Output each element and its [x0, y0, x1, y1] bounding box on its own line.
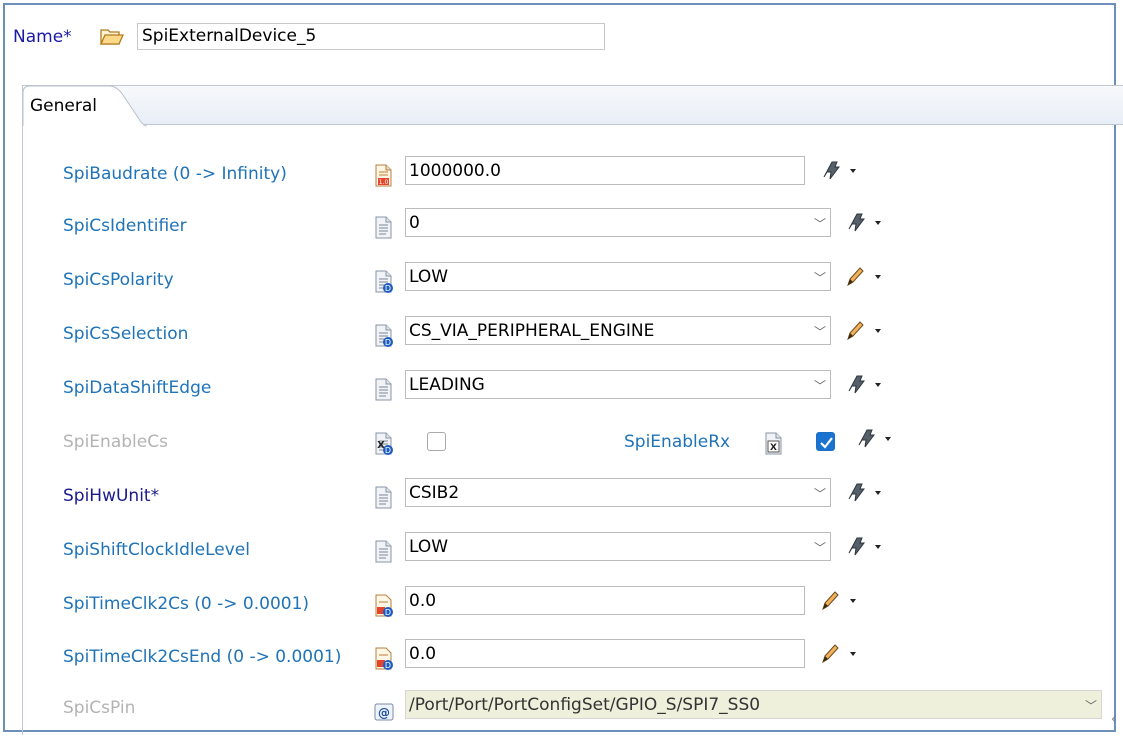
svg-text:D: D [385, 661, 391, 670]
svg-text:1.0: 1.0 [379, 179, 389, 186]
param-row-spicspolarity: SpiCsPolarity D LOW ﹀ [23, 262, 1123, 302]
param-row-spicsselection: SpiCsSelection D CS_VIA_PERIPHERAL_ENGIN… [23, 316, 1123, 356]
pencil-menu-icon[interactable] [818, 588, 864, 612]
param-row-spitimeclk2csend: SpiTimeClk2CsEnd (0 -> 0.0001) D 0.0 [23, 639, 1123, 679]
chevron-down-icon[interactable]: ﹀ [814, 215, 826, 232]
svg-text:D: D [385, 338, 391, 347]
svg-text:D: D [385, 446, 391, 455]
param-label: SpiCsIdentifier [63, 216, 187, 236]
field-value: 0.0 [409, 591, 437, 611]
tab-strip: General [23, 85, 1123, 127]
field-value: 1000000.0 [409, 161, 501, 181]
doc-param-icon [374, 486, 394, 510]
chevron-down-icon[interactable]: ﹀ [814, 539, 826, 556]
param-label: SpiHwUnit* [63, 486, 160, 506]
float-param-icon: 1.0 [374, 164, 394, 188]
param-row-spicspin: SpiCsPin @ /Port/Port/PortConfigSet/GPIO… [23, 690, 1123, 730]
tab-general-label: General [30, 96, 97, 116]
pencil-menu-icon[interactable] [843, 318, 889, 342]
field-value: LEADING [409, 375, 485, 395]
bool-param-icon: X [764, 432, 784, 456]
edge-arrow-glyph: ‹ [1111, 712, 1117, 727]
svg-text:X: X [770, 443, 777, 453]
param-label: SpiEnableCs [63, 432, 168, 452]
chevron-down-icon[interactable]: ﹀ [814, 377, 826, 394]
param-label: SpiTimeClk2CsEnd (0 -> 0.0001) [63, 647, 342, 667]
spitimeclk2cs-input[interactable]: 0.0 [405, 586, 805, 615]
float-derived-param-icon: D [374, 647, 394, 671]
param-label: SpiTimeClk2Cs (0 -> 0.0001) [63, 594, 310, 614]
field-value: 0 [409, 213, 420, 233]
derived-param-icon: D [374, 270, 394, 294]
doc-param-icon [374, 216, 394, 240]
gear-menu-icon[interactable] [843, 480, 889, 504]
param-row-spihwunit: SpiHwUnit* CSIB2 ﹀ [23, 478, 1123, 518]
param-row-spibaudrate: SpiBaudrate (0 -> Infinity) 1.0 1000000.… [23, 156, 1123, 196]
doc-param-icon [374, 540, 394, 564]
editor-frame: Name* SpiExternalDevice_5 General SpiBau… [3, 3, 1123, 735]
bool-derived-param-icon: XD [374, 432, 394, 456]
pencil-menu-icon[interactable] [843, 264, 889, 288]
gear-menu-icon[interactable] [818, 158, 864, 182]
chevron-down-icon[interactable]: ﹀ [814, 323, 826, 340]
derived-param-icon: D [374, 324, 394, 348]
svg-text:@: @ [378, 706, 390, 720]
param-label: SpiShiftClockIdleLevel [63, 540, 250, 560]
param-label: SpiCsPolarity [63, 270, 174, 290]
field-value: LOW [409, 267, 449, 287]
spicspolarity-select[interactable]: LOW ﹀ [405, 262, 831, 291]
name-input[interactable]: SpiExternalDevice_5 [137, 23, 605, 50]
spicsidentifier-select[interactable]: 0 ﹀ [405, 208, 831, 237]
param-row-spishiftclockidlelevel: SpiShiftClockIdleLevel LOW ﹀ [23, 532, 1123, 572]
folder-icon [99, 25, 125, 49]
param-row-spienablecs: SpiEnableCs XD SpiEnableRx X [23, 424, 1123, 464]
param-label: SpiBaudrate (0 -> Infinity) [63, 164, 287, 184]
spicsselection-select[interactable]: CS_VIA_PERIPHERAL_ENGINE ﹀ [405, 316, 831, 345]
spihwunit-select[interactable]: CSIB2 ﹀ [405, 478, 831, 507]
float-derived-param-icon: D [374, 594, 394, 618]
spidatashiftedge-select[interactable]: LEADING ﹀ [405, 370, 831, 399]
spicspin-select: /Port/Port/PortConfigSet/GPIO_S/SPI7_SS0… [405, 690, 1102, 719]
tab-area: General SpiBaudrate (0 -> Infinity) 1.0 … [22, 85, 1123, 735]
param-label: SpiCsPin [63, 698, 136, 718]
svg-text:D: D [385, 608, 391, 617]
chevron-down-icon[interactable]: ﹀ [814, 485, 826, 502]
param-row-spicsidentifier: SpiCsIdentifier 0 ﹀ [23, 208, 1123, 248]
gear-menu-icon[interactable] [853, 426, 899, 450]
spishiftclockidlelevel-select[interactable]: LOW ﹀ [405, 532, 831, 561]
chevron-down-icon: ﹀ [1084, 699, 1097, 713]
pencil-menu-icon[interactable] [818, 641, 864, 665]
spienablecs-checkbox [427, 432, 446, 451]
name-label: Name* [13, 27, 72, 47]
param-row-spitimeclk2cs: SpiTimeClk2Cs (0 -> 0.0001) D 0.0 [23, 586, 1123, 626]
spibaudrate-input[interactable]: 1000000.0 [405, 156, 805, 185]
gear-menu-icon[interactable] [843, 534, 889, 558]
param-label: SpiEnableRx [624, 432, 731, 452]
tab-general[interactable]: General [23, 85, 147, 127]
spienablerx-checkbox[interactable] [816, 432, 835, 451]
param-label: SpiCsSelection [63, 324, 189, 344]
field-value: /Port/Port/PortConfigSet/GPIO_S/SPI7_SS0 [409, 695, 761, 715]
field-value: CSIB2 [409, 483, 460, 503]
gear-menu-icon[interactable] [843, 372, 889, 396]
param-label: SpiDataShiftEdge [63, 378, 212, 398]
name-row: Name* SpiExternalDevice_5 [13, 23, 633, 51]
chevron-down-icon[interactable]: ﹀ [814, 269, 826, 286]
spitimeclk2csend-input[interactable]: 0.0 [405, 639, 805, 668]
field-value: 0.0 [409, 644, 437, 664]
svg-text:D: D [385, 284, 391, 293]
doc-param-icon [374, 378, 394, 402]
gear-menu-icon[interactable] [843, 210, 889, 234]
param-row-spidatashiftedge: SpiDataShiftEdge LEADING ﹀ [23, 370, 1123, 410]
field-value: LOW [409, 537, 449, 557]
field-value: CS_VIA_PERIPHERAL_ENGINE [409, 321, 655, 341]
reference-param-icon: @ [374, 698, 394, 722]
